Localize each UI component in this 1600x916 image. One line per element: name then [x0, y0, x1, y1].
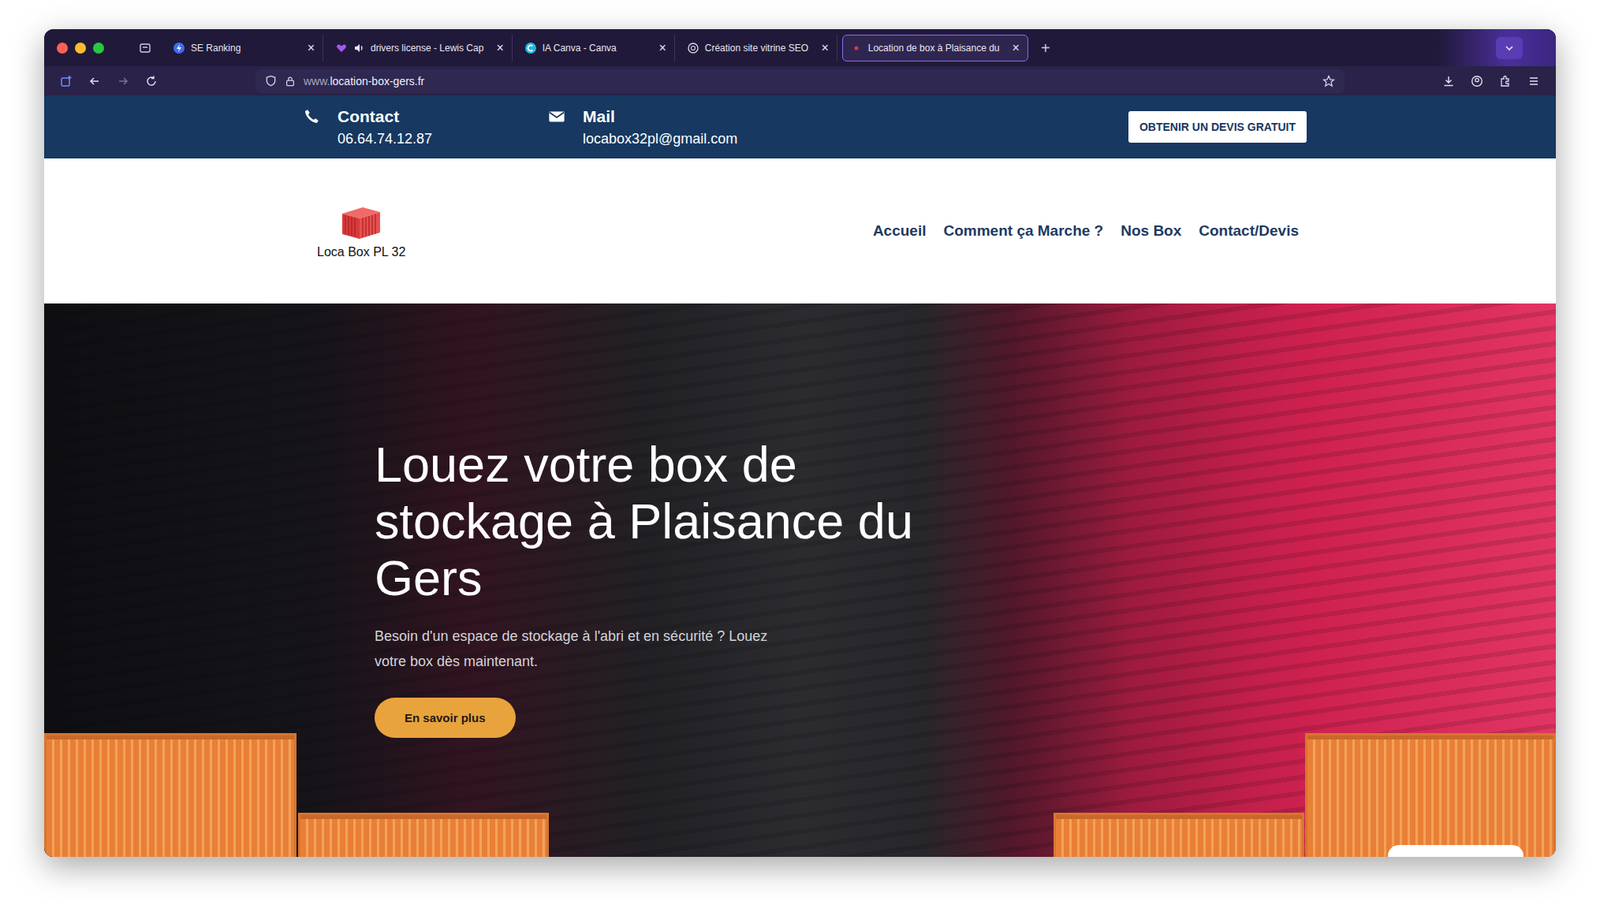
hero-section: Louez votre box de stockage à Plaisance …	[44, 303, 1556, 858]
browser-tab[interactable]: Création site vitrine SEO ×	[679, 34, 838, 62]
forward-icon[interactable]	[116, 74, 130, 88]
browser-window: SE Ranking×drivers license - Lewis Cap×I…	[44, 29, 1556, 858]
speaker-icon[interactable]	[353, 42, 365, 54]
hero-title: Louez votre box de stockage à Plaisance …	[374, 436, 943, 607]
free-quote-button[interactable]: OBTENIR UN DEVIS GRATUIT	[1128, 111, 1307, 143]
extensions-icon[interactable]	[1499, 74, 1512, 88]
shipping-container-image	[1053, 813, 1305, 858]
canva-favicon-icon	[525, 42, 537, 54]
nav-link[interactable]: Comment ça Marche ?	[943, 222, 1104, 240]
tab-bar: SE Ranking×drivers license - Lewis Cap×I…	[44, 29, 1556, 67]
lock-icon[interactable]	[284, 75, 296, 87]
nav-link[interactable]: Contact/Devis	[1198, 222, 1299, 240]
nav-link[interactable]: Accueil	[872, 222, 927, 240]
window-controls	[56, 42, 105, 54]
hero-text: Besoin d'un espace de stockage à l'abri …	[374, 623, 785, 675]
logo-text: Loca Box PL 32	[317, 245, 406, 260]
shipping-container-image	[1305, 733, 1556, 858]
browser-tab[interactable]: Location de box à Plaisance du ×	[842, 34, 1029, 62]
tab-list: SE Ranking×drivers license - Lewis Cap×I…	[165, 34, 1438, 62]
toolbar-right	[1347, 74, 1541, 88]
contact-text: Contact 06.64.74.12.87	[337, 107, 433, 148]
browser-tab[interactable]: IA Canva - Canva ×	[517, 34, 676, 62]
phone-icon	[302, 108, 321, 126]
browser-tab[interactable]: drivers license - Lewis Cap ×	[328, 34, 513, 62]
menu-icon[interactable]	[1527, 74, 1541, 88]
tab-label: drivers license - Lewis Cap	[370, 42, 484, 54]
address-bar[interactable]: www.location-box-gers.fr	[255, 69, 1345, 94]
contact-item: Mail locabox32pl@gmail.com	[548, 107, 794, 148]
tab-label: Location de box à Plaisance du	[868, 42, 1000, 54]
close-window-button[interactable]	[56, 42, 68, 54]
back-icon[interactable]	[88, 74, 101, 88]
shipping-container-image	[298, 813, 549, 858]
chevron-down-icon	[1503, 42, 1515, 54]
floating-widget[interactable]	[1387, 845, 1524, 858]
contact-item: Contact 06.64.74.12.87	[302, 107, 549, 148]
mail-icon	[548, 108, 566, 126]
learn-more-button[interactable]: En savoir plus	[374, 697, 516, 739]
contact-label: Mail	[582, 107, 738, 127]
browser-tab[interactable]: SE Ranking ×	[165, 34, 324, 62]
seranking-favicon-icon	[173, 42, 185, 54]
container-logo-icon	[339, 202, 384, 243]
new-tab-button[interactable]: +	[1040, 40, 1051, 56]
nav-link[interactable]: Nos Box	[1120, 222, 1182, 240]
contact-bar: Contact 06.64.74.12.87 Mail locabox32pl@gma…	[44, 95, 1556, 159]
main-nav: Accueil Comment ça Marche ? Nos Box Contact…	[872, 222, 1299, 240]
tab-overview-icon[interactable]	[138, 41, 152, 55]
url-text: www.location-box-gers.fr	[303, 74, 1315, 88]
minimize-window-button[interactable]	[74, 42, 86, 54]
tab-label: IA Canva - Canva	[542, 42, 647, 54]
zoom-window-button[interactable]	[93, 42, 105, 54]
site-favicon-icon	[850, 42, 862, 54]
list-tabs-button[interactable]	[1495, 37, 1523, 60]
web-page: Contact 06.64.74.12.87 Mail locabox32pl@gma…	[44, 95, 1556, 858]
site-logo[interactable]: Loca Box PL 32	[317, 202, 406, 260]
tab-close-button[interactable]: ×	[496, 41, 504, 55]
shield-icon[interactable]	[264, 74, 277, 87]
tab-close-button[interactable]: ×	[820, 41, 828, 55]
toolbar-left	[59, 74, 256, 88]
reload-icon[interactable]	[145, 74, 158, 88]
shipping-container-image	[44, 733, 297, 858]
tab-label: Création site vitrine SEO	[704, 42, 810, 54]
bookmark-star-icon[interactable]	[1322, 74, 1336, 88]
contact-value[interactable]: 06.64.74.12.87	[337, 130, 433, 148]
tab-close-button[interactable]: ×	[307, 41, 315, 55]
desktop: SE Ranking×drivers license - Lewis Cap×I…	[0, 0, 1600, 916]
heart-favicon-icon	[335, 42, 347, 54]
tab-label: SE Ranking	[190, 42, 295, 54]
site-header: Loca Box PL 32 Accueil Comment ça Marche ?…	[44, 158, 1556, 304]
contact-text: Mail locabox32pl@gmail.com	[582, 107, 738, 148]
download-icon[interactable]	[1442, 74, 1455, 88]
toolbar: www.location-box-gers.fr	[44, 66, 1556, 96]
contact-value[interactable]: locabox32pl@gmail.com	[582, 130, 738, 148]
tab-bar-end	[1437, 29, 1556, 67]
account-icon[interactable]	[1470, 74, 1484, 88]
globe-favicon-icon	[687, 42, 699, 54]
tab-close-button[interactable]: ×	[658, 41, 666, 55]
hero-content: Louez votre box de stockage à Plaisance …	[44, 303, 1556, 739]
new-window-icon[interactable]	[59, 74, 73, 88]
tab-close-button[interactable]: ×	[1012, 41, 1020, 55]
contact-label: Contact	[337, 107, 433, 127]
